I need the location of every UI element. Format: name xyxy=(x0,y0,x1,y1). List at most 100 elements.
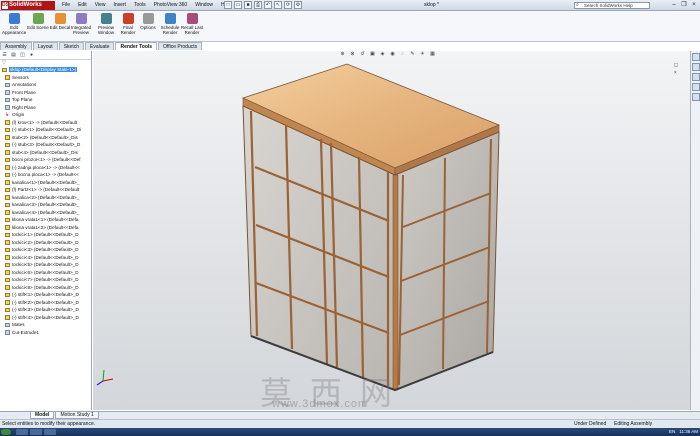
tree-item[interactable]: tockici<2> (Default<<Default>_D xyxy=(0,239,91,247)
cabinet-model[interactable] xyxy=(93,51,690,410)
undo-icon[interactable]: ↶ xyxy=(264,1,272,9)
tree-item[interactable]: kliona vrata1<1> (Default<<Defa xyxy=(0,216,91,224)
menu-view[interactable]: View xyxy=(91,1,110,10)
tab-office-products[interactable]: Office Products xyxy=(158,42,203,50)
os-taskbar: EN 11:36 AM xyxy=(0,428,700,436)
print-icon[interactable]: ⎙ xyxy=(254,1,262,9)
new-icon[interactable]: □ xyxy=(224,1,232,9)
tree-item[interactable]: Right Plane xyxy=(0,104,91,112)
tree-item[interactable]: tockici<4> (Default<<Default>_D xyxy=(0,254,91,262)
design-library-icon[interactable] xyxy=(692,63,700,71)
tree-item[interactable]: (-) zadnja ploca<1> -> (Default<< xyxy=(0,164,91,172)
system-tray: EN 11:36 AM xyxy=(669,428,698,436)
start-button[interactable] xyxy=(1,429,11,435)
tree-item[interactable]: tockici<7> (Default<<Default>_D xyxy=(0,276,91,284)
component-icon xyxy=(5,172,10,177)
taskbar-app-browser[interactable] xyxy=(30,429,42,435)
tree-item[interactable]: (-) stub<1> (Default<<Default>_Di xyxy=(0,126,91,134)
tree-item[interactable]: tockici<5> (Default<<Default>_D xyxy=(0,261,91,269)
tab-evaluate[interactable]: Evaluate xyxy=(85,42,115,50)
tree-item[interactable]: (f) Part2<1> -> (Default<<Default xyxy=(0,186,91,194)
rebuild-icon[interactable]: ⟳ xyxy=(284,1,292,9)
tree-item[interactable]: Mates xyxy=(0,321,91,329)
tree-item[interactable]: bocni prozor<1> -> (Default<<Def xyxy=(0,156,91,164)
tree-item[interactable]: tockici<6> (Default<<Default>_D xyxy=(0,269,91,277)
menu-file[interactable]: File xyxy=(58,1,74,10)
options-icon[interactable]: ⚙ xyxy=(294,1,302,9)
menu-insert[interactable]: Insert xyxy=(109,1,130,10)
schedule-render-button[interactable]: Schedule Render xyxy=(158,13,182,40)
recall-last-render-button[interactable]: Recall Last Render xyxy=(180,13,204,40)
tab-render-tools[interactable]: Render Tools xyxy=(115,42,158,50)
edit-appearance-button[interactable]: Edit Appearance xyxy=(2,13,26,40)
tree-item[interactable]: sklop (Default<Display State-1>) xyxy=(0,66,91,74)
tree-item[interactable]: ↳ Origin xyxy=(0,111,91,119)
tree-item[interactable]: tockici<1> (Default<<Default>_D xyxy=(0,231,91,239)
tree-item[interactable]: (-) stift<4> (Default<<Default>_D xyxy=(0,314,91,322)
component-icon xyxy=(5,180,10,185)
taskbar-app-explorer[interactable] xyxy=(16,429,28,435)
tree-item[interactable]: Annotations xyxy=(0,81,91,89)
tree-item-label: kliona vrata1<1> (Default<<Defa xyxy=(12,217,79,222)
tree-item[interactable]: kliona vrata1<2> (Default<<Defa xyxy=(0,224,91,232)
menu-photoview[interactable]: PhotoView 360 xyxy=(150,1,192,10)
tab-motion-study[interactable]: Motion Study 1 xyxy=(55,412,99,419)
tree-item[interactable]: Sensors xyxy=(0,74,91,82)
tree-item[interactable]: kanalica<1> (Default<<Default>_ xyxy=(0,179,91,187)
component-icon xyxy=(5,315,10,320)
tree-item-label: sklop (Default<Display State-1>) xyxy=(9,67,78,72)
tree-item[interactable]: kanalica<4> (Default<<Default>_ xyxy=(0,209,91,217)
tree-item-label: Front Plane xyxy=(12,89,36,95)
menu-edit[interactable]: Edit xyxy=(74,1,91,10)
resources-icon[interactable] xyxy=(692,53,700,61)
appearance-icon xyxy=(8,13,20,24)
component-icon xyxy=(5,142,10,147)
app-logo[interactable]: DS SolidWorks xyxy=(1,1,55,10)
tree-item[interactable]: (-) stub<3> (Default<<Default>_D xyxy=(0,141,91,149)
tree-item[interactable]: stub<4> (Default<<Default>_Dis xyxy=(0,149,91,157)
tab-layout[interactable]: Layout xyxy=(32,42,58,50)
menu-window[interactable]: Window xyxy=(191,1,217,10)
tree-item[interactable]: kanalica<3> (Default<<Default>_ xyxy=(0,201,91,209)
tree-item[interactable]: (f) krov<1> -> (Default<<Default xyxy=(0,119,91,127)
feature-tree-icon[interactable]: ☰ xyxy=(1,52,8,59)
open-icon[interactable]: ▭ xyxy=(234,1,242,9)
options-button[interactable]: Options xyxy=(136,13,160,40)
select-icon[interactable]: ↖ xyxy=(274,1,282,9)
tree-item[interactable]: (-) stift<2> (Default<<Default>_D xyxy=(0,299,91,307)
minimize-icon[interactable]: – xyxy=(670,1,678,9)
tab-assembly[interactable]: Assembly xyxy=(0,42,32,50)
component-icon xyxy=(5,292,10,297)
graphics-viewport[interactable]: ⊕ ⊗ ↺ ▣ ◈ ◉ ◌ ✎ ☀ ▦ ◻ × xyxy=(93,51,690,410)
edit-scene-button[interactable]: Edit Scene xyxy=(26,13,50,40)
tree-item[interactable]: (-) stift<1> (Default<<Default>_D xyxy=(0,291,91,299)
taskbar-app-solidworks[interactable] xyxy=(44,429,56,435)
menu-tools[interactable]: Tools xyxy=(130,1,150,10)
appearances-icon[interactable] xyxy=(692,93,700,101)
configuration-icon[interactable]: ◫ xyxy=(19,52,26,59)
tab-model[interactable]: Model xyxy=(30,412,55,419)
save-icon[interactable]: ■ xyxy=(244,1,252,9)
tree-item[interactable]: Cut-Extrude1 xyxy=(0,329,91,337)
tree-item[interactable]: stub<2> (Default<<Default>_Dis xyxy=(0,134,91,142)
file-explorer-icon[interactable] xyxy=(692,73,700,81)
language-indicator[interactable]: EN xyxy=(669,428,675,436)
tree-item[interactable]: (-) stift<3> (Default<<Default>_D xyxy=(0,306,91,314)
tab-sketch[interactable]: Sketch xyxy=(58,42,84,50)
view-palette-icon[interactable] xyxy=(692,83,700,91)
tree-item[interactable]: Top Plane xyxy=(0,96,91,104)
property-manager-icon[interactable]: ▤ xyxy=(10,52,17,59)
integrated-preview-button[interactable]: Integrated Preview xyxy=(68,13,94,40)
tree-item[interactable]: (-) bocna ploca<1> -> (Default<< xyxy=(0,171,91,179)
task-pane xyxy=(690,51,700,410)
tree-item[interactable]: tockici<3> (Default<<Default>_D xyxy=(0,246,91,254)
bottom-tabs: Model Motion Study 1 xyxy=(0,411,700,419)
close-icon[interactable]: × xyxy=(690,1,698,9)
preview-window-button[interactable]: Preview Window xyxy=(94,13,118,40)
appearance-tab-icon[interactable]: ● xyxy=(28,52,35,59)
restore-icon[interactable]: ❐ xyxy=(680,1,688,9)
help-search-input[interactable]: ⌕ Search SolidWorks Help xyxy=(574,2,650,9)
tree-item[interactable]: kanalica<2> (Default<<Default>_ xyxy=(0,194,91,202)
tree-item[interactable]: Front Plane xyxy=(0,89,91,97)
tree-item[interactable]: tockici<8> (Default<<Default>_D xyxy=(0,284,91,292)
